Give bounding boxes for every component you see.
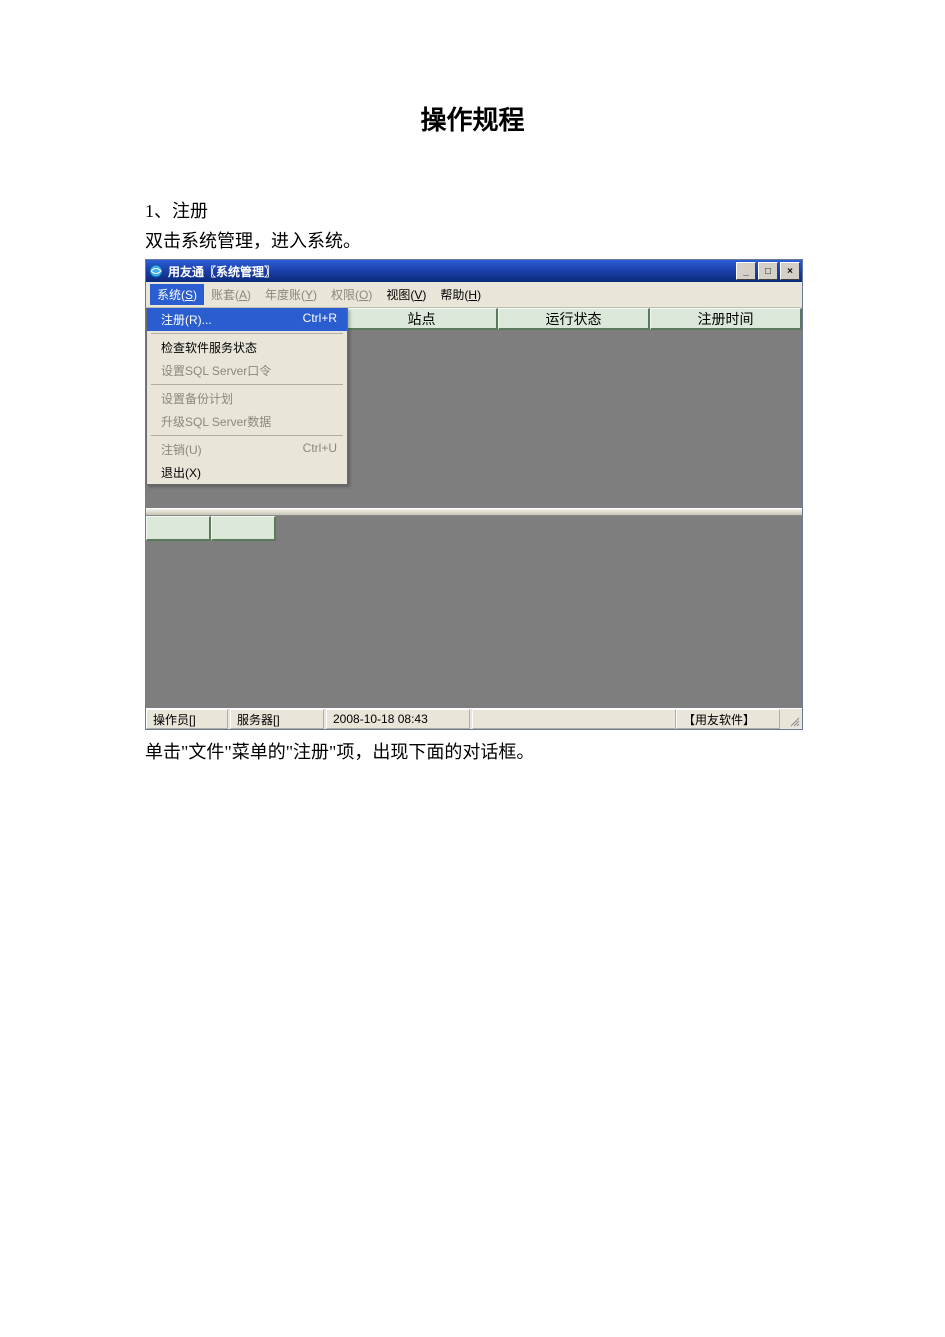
menu-item-label: 设置备份计划 [161,390,233,407]
column-header-status[interactable]: 运行状态 [498,308,650,330]
resize-grip-icon[interactable] [782,709,802,729]
menu-separator [151,435,343,436]
system-menu-item-0[interactable]: 注册(R)... Ctrl+R [147,308,347,331]
caption-after-screenshot: 单击"文件"菜单的"注册"项，出现下面的对话框。 [145,738,800,764]
menu-separator [151,333,343,334]
statusbar: 操作员[] 服务器[] 2008-10-18 08:43 【用友软件】 [146,708,802,729]
section-number: 1、注册 [145,197,800,223]
menu-item-1: 账套(A) [204,284,258,305]
close-button[interactable]: × [780,262,800,280]
menu-item-shortcut: Ctrl+U [303,441,337,458]
menu-item-0[interactable]: 系统(S) [150,284,204,305]
column-header-regtime[interactable]: 注册时间 [650,308,802,330]
column-headers-row: 站点 运行状态 注册时间 [346,308,802,330]
system-menu-dropdown: 注册(R)... Ctrl+R 检查软件服务状态设置SQL Server口令设置备份… [146,308,348,485]
app-icon [148,263,164,279]
maximize-button[interactable]: □ [758,262,778,280]
menu-item-3: 权限(O) [324,284,379,305]
horizontal-splitter[interactable] [146,508,802,516]
system-menu-item-3: 设置SQL Server口令 [147,359,347,382]
menu-item-label: 设置SQL Server口令 [161,362,271,379]
application-window: 用友通〖系统管理〗 _ □ × 系统(S)账套(A)年度账(Y)权限(O)视图(… [145,259,803,730]
column-header-site[interactable]: 站点 [346,308,498,330]
menu-separator [151,384,343,385]
status-operator: 操作员[] [146,709,228,729]
section-instruction: 双击系统管理，进入系统。 [145,227,800,253]
lower-pane-cell[interactable] [146,516,211,541]
system-menu-item-8: 注销(U) Ctrl+U [147,438,347,461]
document-title: 操作规程 [145,100,800,137]
system-menu-item-5: 设置备份计划 [147,387,347,410]
system-menu-item-9[interactable]: 退出(X) [147,461,347,484]
window-title: 用友通〖系统管理〗 [168,263,734,280]
lower-pane-row [146,516,802,538]
lower-pane-cell[interactable] [211,516,276,541]
menubar: 系统(S)账套(A)年度账(Y)权限(O)视图(V)帮助(H) [146,282,802,308]
menu-item-label: 升级SQL Server数据 [161,413,271,430]
menu-item-2: 年度账(Y) [258,284,324,305]
status-datetime: 2008-10-18 08:43 [326,709,470,729]
menu-item-5[interactable]: 帮助(H) [433,284,488,305]
lower-pane-empty [276,516,802,538]
menu-item-label: 退出(X) [161,464,201,481]
titlebar[interactable]: 用友通〖系统管理〗 _ □ × [146,260,802,282]
system-menu-item-6: 升级SQL Server数据 [147,410,347,433]
minimize-button[interactable]: _ [736,262,756,280]
status-empty [472,709,676,729]
menu-item-4[interactable]: 视图(V) [379,284,433,305]
menu-item-label: 检查软件服务状态 [161,339,257,356]
menu-item-label: 注销(U) [161,441,202,458]
client-area: 注册(R)... Ctrl+R 检查软件服务状态设置SQL Server口令设置备份… [146,308,802,708]
menu-item-label: 注册(R)... [161,311,212,328]
status-brand: 【用友软件】 [676,709,780,729]
system-menu-item-2[interactable]: 检查软件服务状态 [147,336,347,359]
status-server: 服务器[] [230,709,324,729]
menu-item-shortcut: Ctrl+R [303,311,337,328]
